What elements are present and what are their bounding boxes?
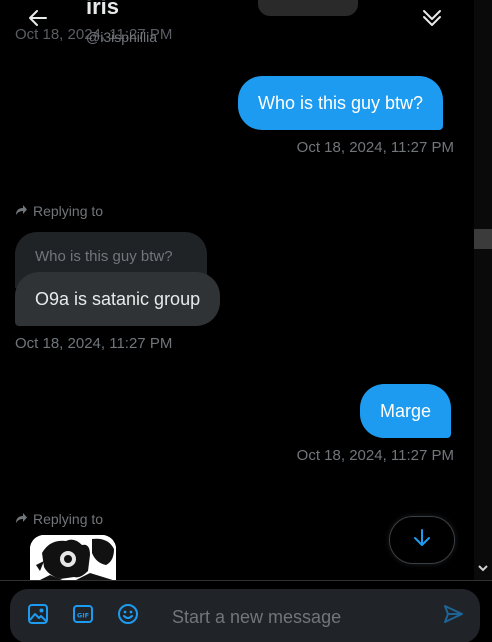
message-timestamp: Oct 18, 2024, 11:27 PM	[15, 335, 173, 352]
replying-to-label: Replying to	[15, 203, 103, 219]
add-media-button[interactable]	[26, 603, 50, 630]
contact-name[interactable]: iris	[86, 0, 119, 20]
replying-to-label: Replying to	[15, 511, 103, 527]
image-icon	[27, 603, 49, 630]
message-text: Who is this guy btw?	[258, 92, 424, 113]
send-button[interactable]	[441, 604, 465, 628]
back-button[interactable]	[22, 4, 54, 36]
scrollbar-down-arrow-icon[interactable]	[477, 562, 489, 574]
reply-arrow-icon	[15, 203, 28, 219]
incoming-message-bubble[interactable]: O9a is satanic group	[15, 272, 221, 326]
add-gif-button[interactable]: GIF	[71, 604, 95, 628]
arrow-down-icon	[413, 528, 431, 553]
contact-handle: @i3isphillia	[86, 29, 158, 45]
gif-icon: GIF	[72, 603, 94, 630]
media-image-thumbnail[interactable]	[30, 535, 116, 580]
message-text: O9a is satanic group	[35, 288, 201, 309]
conversation-header: iris @i3isphillia	[0, 0, 474, 52]
outgoing-message-bubble[interactable]: Marge	[360, 384, 452, 438]
dm-conversation-window: Oct 18, 2024, 11:27 PM Who is this guy b…	[0, 0, 492, 642]
add-emoji-button[interactable]	[116, 603, 140, 630]
composer-divider	[0, 580, 492, 581]
message-timestamp: Oct 18, 2024, 11:27 PM	[296, 447, 454, 464]
send-icon	[442, 603, 464, 630]
outgoing-message-bubble[interactable]: Who is this guy btw?	[238, 76, 444, 130]
scrollbar-thumb[interactable]	[474, 229, 492, 249]
double-chevron-down-icon	[421, 7, 443, 34]
scroll-to-bottom-button[interactable]	[389, 516, 455, 564]
reply-arrow-icon	[15, 511, 28, 527]
scrollbar[interactable]	[474, 0, 492, 580]
emoji-icon	[117, 603, 139, 630]
message-text: Marge	[380, 400, 432, 421]
message-timestamp: Oct 18, 2024, 11:27 PM	[296, 139, 454, 156]
message-composer: GIF	[10, 589, 480, 642]
message-list[interactable]: Oct 18, 2024, 11:27 PM Who is this guy b…	[0, 0, 474, 580]
quoted-text: Who is this guy btw?	[35, 248, 173, 265]
message-input[interactable]	[170, 601, 430, 633]
header-media-preview	[258, 0, 358, 16]
collapse-button[interactable]	[416, 4, 448, 36]
svg-text:GIF: GIF	[77, 611, 89, 619]
arrow-left-icon	[27, 7, 49, 34]
